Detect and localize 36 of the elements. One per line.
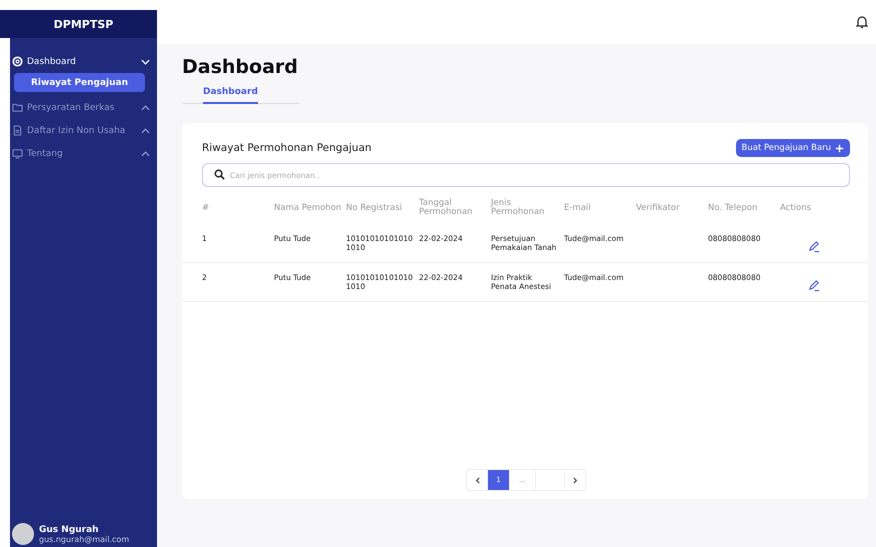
column-header: Tanggal Permohonan <box>419 199 474 218</box>
menu-item[interactable]: Persyaratan Berkas <box>10 96 157 119</box>
monitor-icon <box>12 148 23 159</box>
bell-icon[interactable] <box>856 15 868 29</box>
brand-title: DPMPTSP <box>0 10 157 38</box>
pencil-icon[interactable] <box>808 240 821 254</box>
file-icon <box>12 125 23 136</box>
chevron-right-icon <box>572 476 578 484</box>
pencil-icon[interactable] <box>808 279 821 292</box>
column-header: # <box>202 204 210 214</box>
user-name: Gus Ngurah <box>39 524 100 534</box>
tab[interactable]: Dashboard <box>203 84 258 104</box>
folder-icon <box>12 102 23 113</box>
column-header: No. Telepon <box>708 204 758 214</box>
chevron-left-icon <box>474 476 480 484</box>
column-header: No Registrasi <box>346 204 404 214</box>
avatar <box>12 523 34 545</box>
card-title: Riwayat Permohonan Pengajuan <box>202 142 372 154</box>
column-header: Verifikator <box>636 204 681 214</box>
new-request-button[interactable]: Buat Pengajuan Baru <box>736 139 850 157</box>
submenu-item[interactable]: Riwayat Pengajuan <box>14 73 145 92</box>
column-header: Jenis Permohonan <box>491 199 546 218</box>
menu-item[interactable]: Daftar Izin Non Usaha <box>10 119 157 142</box>
chevron-up-icon <box>141 128 150 134</box>
chevron-up-icon <box>141 104 150 110</box>
column-header: Actions <box>780 204 812 214</box>
menu-item[interactable]: Tentang <box>10 142 157 165</box>
column-header: E-mail <box>564 204 592 214</box>
user-email: gus.ngurah@mail.com <box>39 534 130 544</box>
search-icon <box>214 169 225 180</box>
page-title: Dashboard <box>182 56 299 78</box>
plus-icon <box>835 144 844 152</box>
column-header: Nama Pemohon <box>274 204 342 214</box>
chevron-down-icon <box>141 58 150 64</box>
chevron-up-icon <box>141 150 150 156</box>
menu-item[interactable]: Dashboard <box>10 50 157 73</box>
